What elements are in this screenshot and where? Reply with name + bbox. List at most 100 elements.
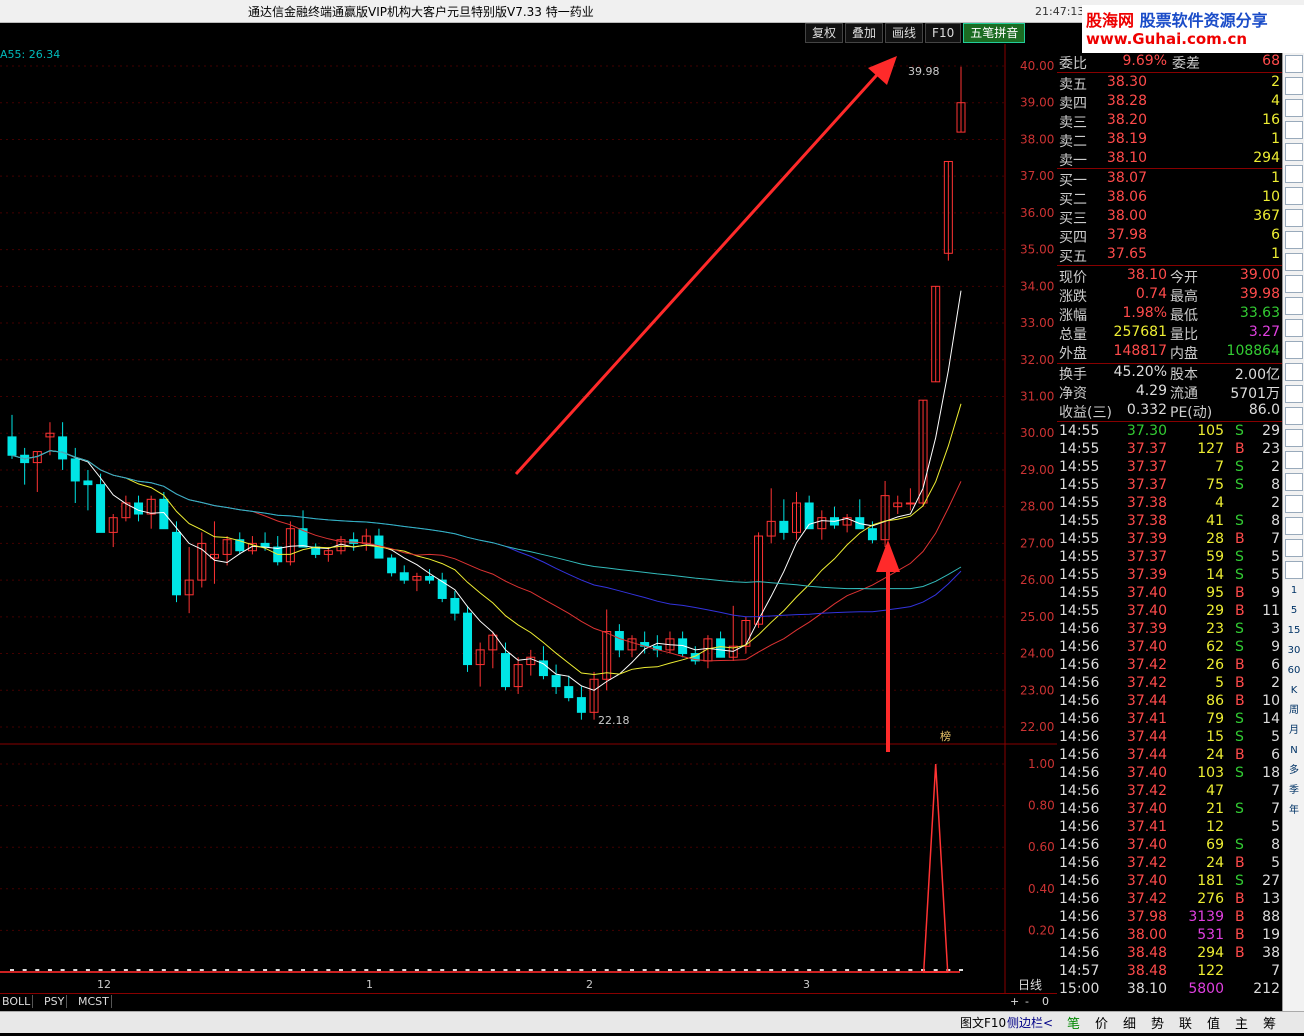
zoom-plus-button[interactable]: + bbox=[1008, 995, 1021, 1008]
f10-button[interactable]: F10 bbox=[925, 23, 962, 43]
price-tick-label: 34.00 bbox=[1020, 279, 1054, 293]
tool-icon[interactable] bbox=[1285, 297, 1303, 315]
tool-icon[interactable] bbox=[1285, 473, 1303, 491]
panel-tab[interactable]: 笔 bbox=[1062, 1011, 1085, 1036]
kline-chart[interactable]: 40.00 39.00 38.00 37.00 36.00 35.00 34.00 33.00… bbox=[0, 44, 1057, 993]
sub-dot bbox=[655, 969, 660, 971]
period-button[interactable]: 季 bbox=[1286, 783, 1302, 799]
tick-price: 37.42 bbox=[1126, 891, 1167, 907]
tool-icon[interactable] bbox=[1285, 99, 1303, 117]
panel-tab[interactable]: 值 bbox=[1202, 1011, 1225, 1036]
tick-volume: 15 bbox=[1206, 729, 1224, 745]
tool-icon[interactable] bbox=[1285, 121, 1303, 139]
indicator-tab[interactable]: PSY bbox=[42, 995, 68, 1008]
period-button[interactable]: 1 bbox=[1286, 583, 1302, 599]
sub-dot bbox=[959, 969, 963, 971]
buy-price: 37.65 bbox=[1106, 246, 1147, 262]
tool-icon[interactable] bbox=[1285, 561, 1303, 579]
buy-label: 买四 bbox=[1059, 230, 1087, 246]
period-button[interactable]: 月 bbox=[1286, 723, 1302, 739]
period-button[interactable]: 5 bbox=[1286, 603, 1302, 619]
sidebar-toggle[interactable]: 侧边栏< bbox=[1007, 1014, 1053, 1031]
tool-icon[interactable] bbox=[1285, 187, 1303, 205]
tool-icon[interactable] bbox=[1285, 539, 1303, 557]
tool-icon[interactable] bbox=[1285, 165, 1303, 183]
tool-icon[interactable] bbox=[1285, 209, 1303, 227]
stat-row: 现价 38.10 今开 39.00 bbox=[1057, 267, 1282, 286]
stat-value: 1.98% bbox=[1122, 305, 1167, 321]
candle-body bbox=[96, 484, 106, 533]
tool-icon[interactable] bbox=[1285, 231, 1303, 249]
sub-dot bbox=[528, 969, 533, 971]
tick-count: 8 bbox=[1271, 513, 1280, 529]
sub-dot bbox=[908, 969, 913, 971]
period-button[interactable]: 周 bbox=[1286, 703, 1302, 719]
tick-row: 14:56 37.42 47 7 bbox=[1057, 783, 1282, 801]
tick-price: 37.37 bbox=[1126, 459, 1167, 475]
tool-icon[interactable] bbox=[1285, 517, 1303, 535]
tick-count: 5 bbox=[1271, 819, 1280, 835]
sub-dot bbox=[301, 969, 306, 971]
date-axis-label: 1 bbox=[366, 978, 373, 991]
f10-link[interactable]: 图文F10 bbox=[960, 1014, 1006, 1031]
sub-dot bbox=[718, 969, 723, 971]
sub-dot bbox=[35, 969, 40, 971]
period-button[interactable]: 多 bbox=[1286, 763, 1302, 779]
tool-icon[interactable] bbox=[1285, 363, 1303, 381]
overlay-button[interactable]: 叠加 bbox=[845, 23, 884, 43]
tool-icon[interactable] bbox=[1285, 143, 1303, 161]
tool-icon[interactable] bbox=[1285, 341, 1303, 359]
draw-line-button[interactable]: 画线 bbox=[885, 23, 924, 43]
fuquan-button[interactable]: 复权 bbox=[805, 23, 844, 43]
sub-dot bbox=[503, 969, 508, 971]
buy-level-row: 买四 37.98 6 bbox=[1057, 227, 1282, 246]
tool-icon[interactable] bbox=[1285, 429, 1303, 447]
panel-tab[interactable]: 势 bbox=[1146, 1011, 1169, 1036]
period-button[interactable]: 15 bbox=[1286, 623, 1302, 639]
tool-icon[interactable] bbox=[1285, 385, 1303, 403]
period-button[interactable]: 年 bbox=[1286, 803, 1302, 819]
tick-row: 14:55 37.39 14 S 5 bbox=[1057, 567, 1282, 585]
price-tick-label: 35.00 bbox=[1020, 243, 1054, 257]
tool-icon[interactable] bbox=[1285, 275, 1303, 293]
tick-side: S bbox=[1235, 639, 1244, 655]
candle-body bbox=[576, 697, 586, 713]
panel-tab[interactable]: 细 bbox=[1118, 1011, 1141, 1036]
zoom-zero-button[interactable]: 0 bbox=[1040, 995, 1051, 1008]
tool-icon[interactable] bbox=[1285, 451, 1303, 469]
input-method-button[interactable]: 五笔拼音 bbox=[963, 23, 1026, 43]
tick-time: 14:55 bbox=[1059, 585, 1100, 601]
stat-label: 涨幅 bbox=[1059, 308, 1087, 324]
tool-icon[interactable] bbox=[1285, 77, 1303, 95]
sub-dot bbox=[630, 969, 635, 971]
panel-tab[interactable]: 价 bbox=[1090, 1011, 1113, 1036]
period-button[interactable]: N bbox=[1286, 743, 1302, 759]
sub-dot bbox=[554, 969, 559, 971]
panel-tab[interactable]: 筹 bbox=[1258, 1011, 1281, 1036]
indicator-tab[interactable]: MCST bbox=[76, 995, 112, 1008]
tick-volume: 62 bbox=[1206, 639, 1224, 655]
tool-icon[interactable] bbox=[1285, 253, 1303, 271]
tool-icon[interactable] bbox=[1285, 319, 1303, 337]
tick-volume: 127 bbox=[1197, 441, 1224, 457]
tool-icon[interactable] bbox=[1285, 55, 1303, 73]
tick-row: 14:56 38.48 294 B 38 bbox=[1057, 945, 1282, 963]
period-button[interactable]: 30 bbox=[1286, 643, 1302, 659]
stat-value: 45.20% bbox=[1113, 364, 1167, 380]
panel-tab[interactable]: 联 bbox=[1174, 1011, 1197, 1036]
tick-count: 18 bbox=[1262, 765, 1280, 781]
sub-dot bbox=[414, 969, 419, 971]
tick-time: 14:56 bbox=[1059, 927, 1100, 943]
tick-price: 38.48 bbox=[1126, 945, 1167, 961]
annotation-arrow-line bbox=[514, 64, 887, 476]
tick-price: 37.40 bbox=[1126, 801, 1167, 817]
zoom-minus-button[interactable]: - bbox=[1023, 995, 1031, 1008]
period-button[interactable]: K bbox=[1286, 683, 1302, 699]
tick-side: S bbox=[1235, 459, 1244, 475]
tool-icon[interactable] bbox=[1285, 495, 1303, 513]
indicator-tab[interactable]: BOLL bbox=[0, 995, 34, 1008]
panel-tab[interactable]: 主 bbox=[1230, 1011, 1253, 1036]
tool-icon[interactable] bbox=[1285, 407, 1303, 425]
tick-row: 14:56 37.44 24 B 6 bbox=[1057, 747, 1282, 765]
period-button[interactable]: 60 bbox=[1286, 663, 1302, 679]
